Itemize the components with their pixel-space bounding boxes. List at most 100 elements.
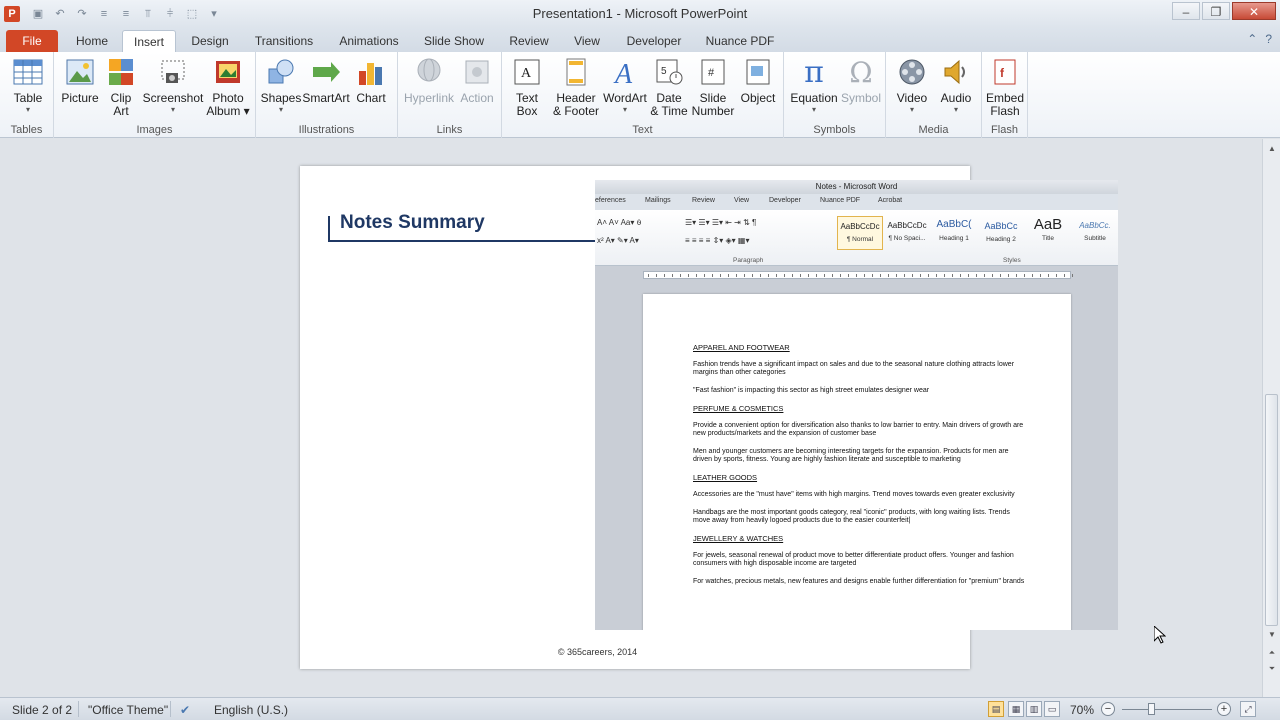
text-box-icon: A — [511, 56, 543, 88]
tab-view[interactable]: View — [566, 30, 608, 52]
style-title: AaB Title — [1033, 216, 1063, 242]
slide-footer[interactable]: © 365careers, 2014 — [300, 647, 895, 657]
spell-check-icon[interactable]: ✔ — [180, 703, 190, 717]
scroll-up-icon[interactable]: ▲ — [1266, 143, 1278, 155]
word-group-paragraph: Paragraph — [733, 257, 764, 264]
date-time-button[interactable]: 5 Date & Time — [648, 56, 690, 118]
text-box-button[interactable]: A Text Box — [506, 56, 548, 118]
scroll-thumb[interactable] — [1265, 394, 1278, 626]
zoom-out-icon[interactable]: − — [1101, 702, 1115, 716]
maximize-button[interactable]: ❐ — [1202, 2, 1230, 20]
ruler-tick — [672, 274, 673, 277]
zoom-level[interactable]: 70% — [1070, 703, 1094, 717]
tab-file[interactable]: File — [6, 30, 58, 52]
tab-home[interactable]: Home — [66, 30, 118, 52]
table-button[interactable]: Table ▾ — [6, 56, 50, 114]
theme-name[interactable]: "Office Theme" — [88, 703, 168, 717]
vertical-scrollbar[interactable]: ▲ ▼ ⏶ ⏷ — [1262, 139, 1280, 697]
word-ribbon-tabs: eferences Mailings Review View Developer… — [595, 194, 1118, 210]
language-indicator[interactable]: English (U.S.) — [214, 703, 288, 717]
ruler-tick — [976, 274, 977, 277]
tab-slide-show[interactable]: Slide Show — [418, 30, 490, 52]
ruler-tick — [968, 274, 969, 277]
header-footer-button[interactable]: Header & Footer — [550, 56, 602, 118]
pi-icon: π — [804, 54, 824, 90]
normal-view-icon[interactable]: ▤ — [988, 701, 1004, 717]
ruler-tick — [760, 274, 761, 277]
minimize-ribbon-icon[interactable]: ⌃ — [1247, 32, 1257, 46]
tab-review[interactable]: Review — [502, 30, 556, 52]
slide-sorter-icon[interactable]: ▦ — [1008, 701, 1024, 717]
doc-paragraph: For watches, precious metals, new featur… — [693, 578, 1025, 585]
symbol-button[interactable]: Ω Symbol — [840, 56, 882, 105]
wordart-button[interactable]: A WordArt ▾ — [602, 56, 648, 114]
clip-art-button[interactable]: Clip Art — [104, 56, 138, 118]
shapes-icon — [265, 56, 297, 88]
speaker-icon — [940, 56, 972, 88]
document-content: APPAREL AND FOOTWEAR Fashion trends have … — [693, 344, 1028, 596]
zoom-slider-track[interactable] — [1122, 709, 1212, 710]
scroll-down-icon[interactable]: ▼ — [1266, 629, 1278, 641]
help-icon[interactable]: ? — [1265, 32, 1272, 46]
ruler-tick — [784, 274, 785, 277]
screenshot-button[interactable]: Screenshot ▾ — [142, 56, 204, 114]
tab-transitions[interactable]: Transitions — [248, 30, 320, 52]
action-button[interactable]: Action — [456, 56, 498, 105]
word-tab-acrobat: Acrobat — [878, 197, 903, 204]
slide-show-icon[interactable]: ▭ — [1044, 701, 1060, 717]
ruler-tick — [896, 274, 897, 277]
smartart-icon — [310, 56, 342, 88]
zoom-in-icon[interactable]: + — [1217, 702, 1231, 716]
bullets-icon: ☰▾ ☰▾ ☰▾ ⇤ ⇥ ⇅ ¶ — [685, 218, 757, 227]
ruler-tick — [872, 274, 873, 277]
ruler-tick — [656, 274, 657, 277]
embed-flash-button[interactable]: f Embed Flash — [984, 56, 1026, 118]
ruler-tick — [904, 274, 905, 277]
window-title: Presentation1 - Microsoft PowerPoint — [532, 6, 748, 21]
next-slide-icon[interactable]: ⏷ — [1266, 663, 1278, 675]
ruler-tick — [928, 274, 929, 277]
ruler-tick — [776, 274, 777, 277]
reading-view-icon[interactable]: ▥ — [1026, 701, 1042, 717]
tab-animations[interactable]: Animations — [332, 30, 406, 52]
close-button[interactable]: ✕ — [1232, 2, 1276, 20]
ruler-tick — [704, 274, 705, 277]
previous-slide-icon[interactable]: ⏶ — [1266, 647, 1278, 659]
word-tab-mailings: Mailings — [645, 197, 671, 204]
slide-title[interactable]: Notes Summary — [340, 212, 485, 234]
word-tab-view: View — [734, 197, 750, 204]
video-button[interactable]: Video ▾ — [890, 56, 934, 114]
chart-button[interactable]: Chart — [352, 56, 390, 105]
zoom-slider-thumb[interactable] — [1148, 703, 1155, 715]
tab-nuance-pdf[interactable]: Nuance PDF — [700, 30, 780, 52]
equation-button[interactable]: π Equation ▾ — [788, 56, 840, 114]
group-illustrations: Shapes ▾ SmartArt Chart Illustrations — [256, 52, 398, 138]
svg-text:A: A — [613, 59, 633, 87]
style-subtitle: AaBbCc. Subtitle — [1079, 221, 1111, 242]
ruler-tick — [824, 274, 825, 277]
word-tab-references: eferences — [595, 197, 626, 204]
fit-to-window-icon[interactable]: ⤢ — [1240, 701, 1256, 717]
smartart-button[interactable]: SmartArt — [302, 56, 350, 105]
doc-paragraph: Fashion trends have a significant impact… — [693, 361, 1015, 376]
photo-album-button[interactable]: Photo Album ▾ — [204, 56, 252, 118]
embedded-word-screenshot[interactable]: Notes - Microsoft Word eferences Mailing… — [595, 180, 1118, 630]
word-ribbon: A˄ A˅ Aa▾ ⍬ x² A▾ ✎▾ A▾ ☰▾ ☰▾ ☰▾ ⇤ ⇥ ⇅ ¶… — [595, 210, 1118, 266]
ruler-tick — [856, 274, 857, 277]
minimize-button[interactable]: – — [1172, 2, 1200, 20]
hyperlink-button[interactable]: Hyperlink — [402, 56, 456, 105]
audio-button[interactable]: Audio ▾ — [934, 56, 978, 114]
tab-design[interactable]: Design — [182, 30, 238, 52]
chart-icon — [355, 56, 387, 88]
ruler-tick — [840, 274, 841, 277]
shapes-button[interactable]: Shapes ▾ — [260, 56, 302, 114]
doc-paragraph: Accessories are the "must have" items wi… — [693, 491, 1015, 498]
style-no-spacing: AaBbCcDc ¶ No Spaci... — [887, 221, 927, 242]
object-button[interactable]: Object — [736, 56, 780, 105]
tab-developer[interactable]: Developer — [618, 30, 690, 52]
picture-button[interactable]: Picture — [58, 56, 102, 105]
tab-insert[interactable]: Insert — [122, 30, 176, 52]
wordart-icon: A — [609, 56, 641, 88]
slide-number-button[interactable]: # Slide Number — [690, 56, 736, 118]
ruler-tick — [720, 274, 721, 277]
